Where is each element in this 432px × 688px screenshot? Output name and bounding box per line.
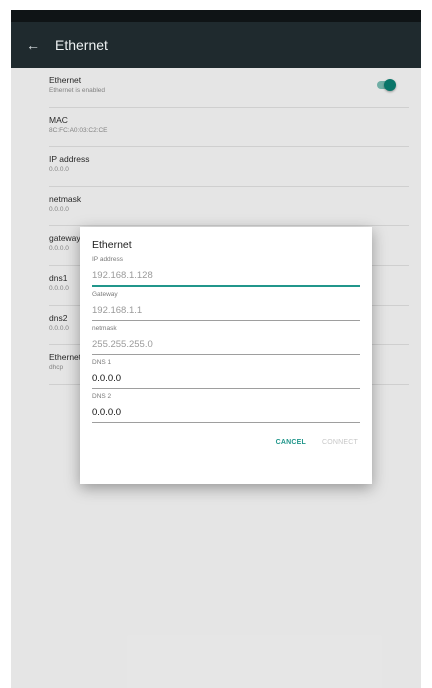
ip-address-input[interactable] <box>92 265 360 287</box>
dns1-input[interactable] <box>92 368 360 389</box>
field-label: netmask <box>92 325 117 332</box>
dns1-field-group: DNS 1 <box>92 358 360 389</box>
app-bar: ← Ethernet <box>11 22 421 68</box>
field-label: DNS 1 <box>92 359 112 366</box>
back-arrow-icon[interactable]: ← <box>11 37 55 53</box>
page-title: Ethernet <box>55 37 108 53</box>
gateway-input[interactable] <box>92 300 360 321</box>
gateway-field-group: Gateway <box>92 290 360 321</box>
cancel-button[interactable]: CANCEL <box>276 439 306 446</box>
dialog-actions: CANCEL CONNECT <box>92 426 360 446</box>
dns2-field-group: DNS 2 <box>92 392 360 423</box>
field-label: IP address <box>92 256 123 263</box>
ethernet-config-dialog: Ethernet IP address Gateway netmask DNS … <box>80 227 372 484</box>
netmask-field-group: netmask <box>92 324 360 355</box>
field-label: Gateway <box>92 291 118 298</box>
status-bar <box>11 10 421 22</box>
connect-button[interactable]: CONNECT <box>322 439 358 446</box>
device-screen: ← Ethernet Ethernet Ethernet is enabled … <box>11 10 421 688</box>
ip-address-field-group: IP address <box>92 255 360 287</box>
dialog-title: Ethernet <box>92 239 132 251</box>
field-label: DNS 2 <box>92 393 112 400</box>
netmask-input[interactable] <box>92 334 360 355</box>
dns2-input[interactable] <box>92 402 360 423</box>
